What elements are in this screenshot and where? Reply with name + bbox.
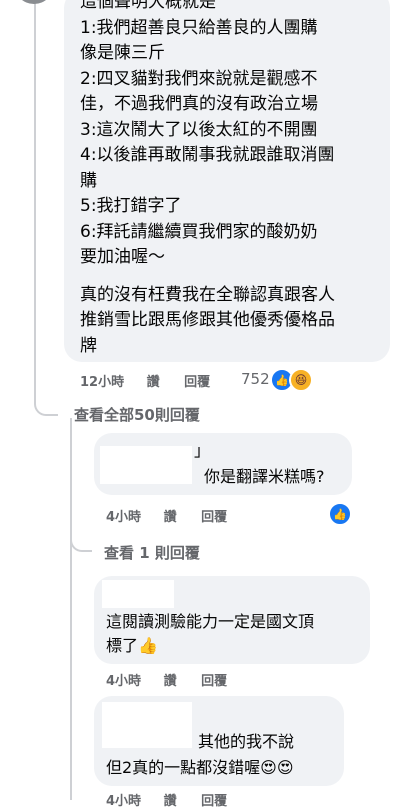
reply-time[interactable]: 4小時 bbox=[106, 506, 141, 525]
like-reaction-icon[interactable]: 👍 bbox=[328, 502, 352, 526]
reply-actions-2: 4小時 讚 回覆 bbox=[106, 670, 227, 689]
comment-line: 這個聲明大概就是 bbox=[80, 0, 216, 12]
thread-line-main bbox=[34, 0, 36, 402]
reply-line: 標了👍 bbox=[106, 636, 158, 655]
reaction-count[interactable]: 752 bbox=[241, 370, 270, 388]
thread-line-replies bbox=[70, 418, 72, 800]
redacted-name bbox=[102, 580, 174, 608]
comment-line: 1:我們超善良只給善良的人團購 bbox=[80, 17, 318, 38]
comment-actions-main: 12小時 讚 回覆 bbox=[80, 371, 210, 390]
comment-line: 2:四叉貓對我們來說就是觀感不 bbox=[80, 68, 318, 89]
like-button[interactable]: 讚 bbox=[147, 371, 160, 390]
comment-line: 佳，不過我們真的沒有政治立場 bbox=[80, 94, 318, 114]
comment-line: 4:以後誰再敢鬧事我就跟誰取消團 bbox=[80, 145, 335, 165]
view-all-replies-link[interactable]: 查看全部50則回覆 bbox=[74, 404, 200, 425]
haha-reaction-icon[interactable]: 😆 bbox=[289, 368, 313, 392]
reply-line: 但2真的一點都沒錯喔😍😍 bbox=[106, 758, 294, 777]
comment-line: 6:拜託請繼續買我們家的酸奶奶 bbox=[80, 221, 318, 242]
reply-line: 這閱讀測驗能力一定是國文頂 bbox=[106, 612, 315, 631]
redacted-name bbox=[100, 446, 192, 484]
thread-line-curve bbox=[34, 400, 58, 416]
reply-text: 你是翻譯米糕嗎? bbox=[204, 467, 325, 486]
reply-button[interactable]: 回覆 bbox=[184, 371, 210, 390]
redacted-name bbox=[102, 702, 192, 748]
comment-line: 牌 bbox=[80, 335, 97, 356]
comment-line: 要加油喔～ bbox=[80, 247, 165, 267]
comment-line: 購 bbox=[80, 170, 97, 191]
comment-line: 像是陳三斤 bbox=[80, 43, 165, 63]
comment-line: 3:這次鬧大了以後太紅的不開團 bbox=[80, 119, 318, 140]
avatar[interactable] bbox=[14, 0, 54, 4]
like-button[interactable]: 讚 bbox=[164, 670, 177, 689]
comment-time[interactable]: 12小時 bbox=[80, 371, 124, 390]
reply-prefix: 」 bbox=[194, 441, 211, 460]
reply-line: 其他的我不說 bbox=[198, 732, 295, 751]
thread-line-curve-2 bbox=[70, 536, 92, 552]
reply-actions-1: 4小時 讚 回覆 bbox=[106, 506, 227, 525]
reply-button[interactable]: 回覆 bbox=[201, 506, 227, 525]
reply-button[interactable]: 回覆 bbox=[201, 670, 227, 689]
comment-bubble-main: 這個聲明大概就是 1:我們超善良只給善良的人團購 像是陳三斤 2:四叉貓對我們來… bbox=[64, 0, 390, 362]
comment-line: 5:我打錯字了 bbox=[80, 196, 182, 216]
view-more-replies-link[interactable]: 查看 1 則回覆 bbox=[104, 542, 200, 563]
reply-time[interactable]: 4小時 bbox=[106, 670, 141, 689]
comment-line: 真的沒有枉費我在全聯認真跟客人 bbox=[80, 284, 335, 305]
like-button[interactable]: 讚 bbox=[164, 506, 177, 525]
comment-line: 推銷雪比跟馬修跟其他優秀優格品 bbox=[80, 310, 335, 330]
